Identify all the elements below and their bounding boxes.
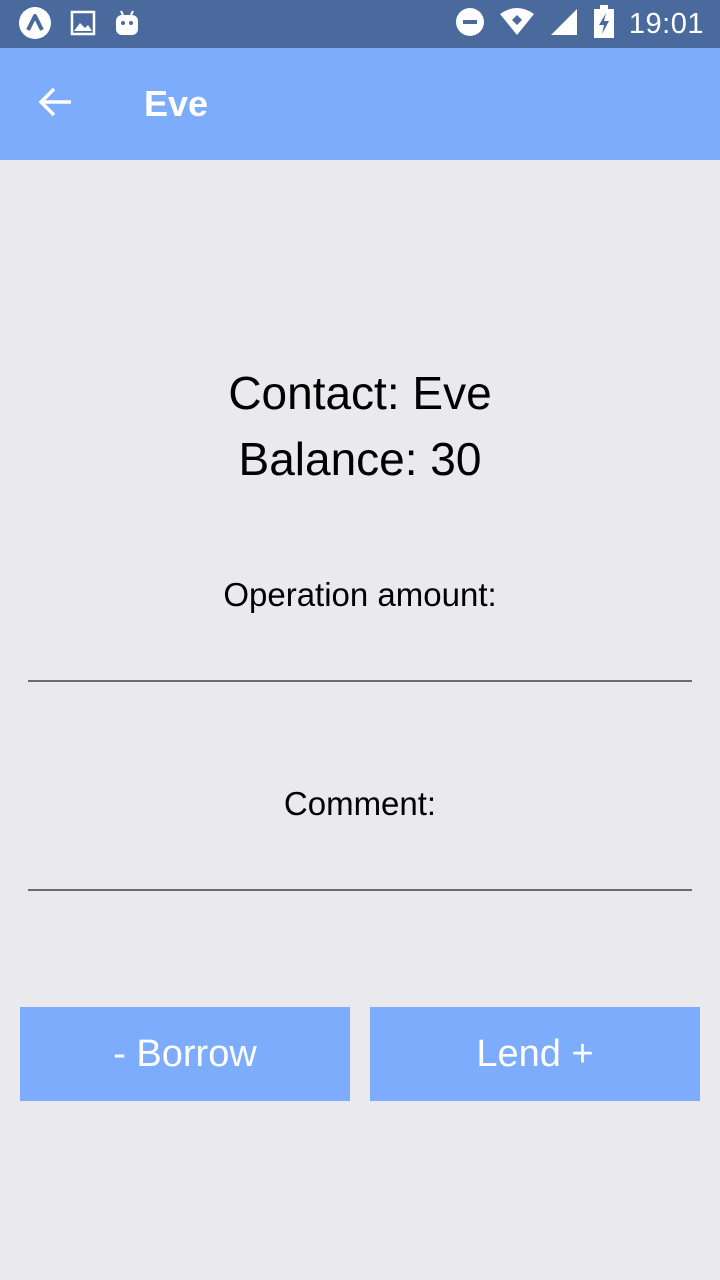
status-bar-left	[18, 6, 140, 45]
app-launcher-icon	[18, 6, 52, 45]
signal-icon	[549, 7, 579, 42]
app-bar: Eve	[0, 48, 720, 160]
status-bar: 19:01	[0, 0, 720, 48]
lend-button[interactable]: Lend +	[370, 1007, 700, 1101]
balance-value: Balance: 30	[238, 433, 482, 485]
battery-charging-icon	[593, 4, 615, 44]
image-icon	[70, 10, 96, 41]
arrow-back-icon	[38, 86, 74, 123]
android-icon	[114, 9, 140, 42]
do-not-disturb-icon	[455, 7, 485, 42]
contact-name: Contact: Eve	[228, 367, 492, 419]
comment-input[interactable]	[28, 847, 692, 891]
amount-input[interactable]	[28, 638, 692, 682]
wifi-icon	[499, 7, 535, 41]
back-button[interactable]	[28, 78, 84, 130]
page-title: Eve	[144, 83, 209, 124]
status-bar-right: 19:01	[455, 0, 704, 48]
amount-label: Operation amount:	[223, 576, 497, 613]
comment-label: Comment:	[283, 785, 437, 822]
borrow-button[interactable]: - Borrow	[20, 1007, 350, 1101]
status-time: 19:01	[628, 7, 704, 40]
